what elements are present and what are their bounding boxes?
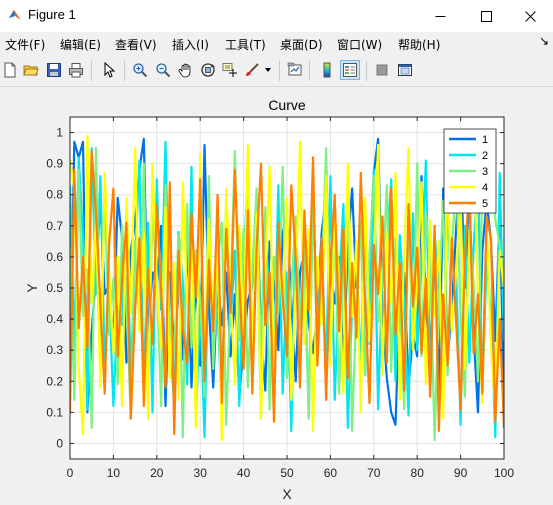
zoom-in-button[interactable] [130, 60, 150, 80]
hand-icon [178, 63, 191, 78]
legend-label: 1 [482, 134, 488, 146]
zoom-out-button[interactable] [153, 60, 173, 80]
y-tick-label: 0 [56, 436, 63, 450]
y-tick-label: 0.5 [46, 281, 63, 295]
maximize-button[interactable] [463, 0, 509, 32]
data-cursor-button[interactable] [220, 60, 240, 80]
hide-tools-icon [376, 64, 388, 76]
brush-button[interactable] [242, 60, 262, 80]
legend-label: 4 [482, 182, 488, 194]
x-tick-label: 40 [237, 466, 251, 480]
chart-title: Curve [268, 97, 306, 113]
menu-tools[interactable]: 工具(T) [225, 36, 266, 53]
new-figure-button[interactable] [0, 60, 20, 80]
new-file-icon [4, 62, 16, 78]
y-tick-label: 0.1 [46, 405, 63, 419]
plot-svg: 0 10 20 30 40 50 60 70 80 90 100 0 0.1 0.2 0.3 0.4 0.5 0.… [24, 97, 514, 502]
x-tick-label: 80 [411, 466, 425, 480]
close-button[interactable] [507, 0, 553, 32]
y-tick-label: 0.2 [46, 374, 63, 388]
y-tick-label: 0.9 [46, 157, 63, 171]
pointer-arrow-icon [104, 62, 116, 78]
matlab-icon [9, 10, 21, 20]
toolbar-separator [366, 61, 367, 81]
x-axis-label: X [282, 486, 292, 502]
link-plot-button[interactable] [285, 60, 305, 80]
print-button[interactable] [66, 60, 86, 80]
data-cursor-icon [222, 63, 237, 77]
toolbar [0, 56, 553, 87]
y-tick-label: 0.7 [46, 219, 63, 233]
title-bar: Figure 1 [0, 0, 553, 32]
window-title: Figure 1 [28, 7, 76, 22]
menu-insert[interactable]: 插入(I) [172, 36, 209, 53]
save-icon [47, 63, 61, 77]
hide-plot-tools-button[interactable] [372, 60, 392, 80]
minimize-button[interactable] [417, 0, 463, 32]
x-tick-label: 50 [280, 466, 294, 480]
edit-plot-button[interactable] [99, 60, 119, 80]
chevron-down-icon [265, 68, 271, 72]
x-tick-label: 10 [107, 466, 121, 480]
brush-icon [246, 63, 259, 76]
menu-bar: 文件(F) 编辑(E) 查看(V) 插入(I) 工具(T) 桌面(D) 窗口(W… [0, 32, 553, 54]
x-tick-label: 90 [454, 466, 468, 480]
y-axis-label: Y [24, 283, 40, 293]
open-file-button[interactable] [21, 60, 41, 80]
legend-label: 3 [482, 166, 488, 178]
x-tick-label: 20 [150, 466, 164, 480]
rotate-icon [201, 63, 215, 77]
open-folder-icon [23, 65, 39, 76]
legend: 1 2 3 4 5 [443, 128, 497, 214]
colorbar-icon [323, 62, 331, 78]
menu-window[interactable]: 窗口(W) [337, 36, 382, 53]
toolbar-separator [91, 61, 92, 81]
x-tick-label: 0 [67, 466, 74, 480]
zoom-out-icon [156, 63, 171, 78]
show-plot-tools-button[interactable] [395, 60, 415, 80]
x-tick-label: 70 [367, 466, 381, 480]
x-tick-label: 100 [494, 466, 514, 480]
brush-dropdown[interactable] [262, 60, 274, 80]
toolbar-separator [124, 61, 125, 81]
menu-desktop[interactable]: 桌面(D) [280, 36, 323, 53]
link-icon [287, 62, 302, 76]
close-icon [524, 10, 536, 22]
x-tick-label: 30 [194, 466, 208, 480]
menu-edit[interactable]: 编辑(E) [60, 36, 101, 53]
x-tick-label: 60 [324, 466, 338, 480]
y-tick-label: 0.4 [46, 312, 63, 326]
figure-canvas: 0 10 20 30 40 50 60 70 80 90 100 0 0.1 0.2 0.3 0.4 0.5 0.… [0, 87, 553, 505]
toolbar-separator [309, 61, 310, 81]
colorbar-button[interactable] [317, 60, 337, 80]
minimize-icon [435, 15, 445, 17]
y-tick-label: 0.8 [46, 188, 63, 202]
rotate-3d-button[interactable] [198, 60, 218, 80]
y-tick-label: 1 [56, 126, 63, 140]
dock-arrow-icon[interactable]: ↘ [539, 34, 549, 48]
legend-label: 2 [482, 150, 488, 162]
print-icon [69, 63, 83, 78]
toolbar-separator [279, 61, 280, 81]
menu-help[interactable]: 帮助(H) [398, 36, 440, 53]
maximize-icon [480, 10, 492, 22]
zoom-in-icon [133, 63, 148, 78]
legend-icon [343, 63, 357, 77]
y-tick-label: 0.3 [46, 343, 63, 357]
legend-label: 5 [482, 198, 488, 210]
show-tools-icon [398, 64, 412, 76]
y-tick-label: 0.6 [46, 250, 63, 264]
menu-view[interactable]: 查看(V) [115, 36, 157, 53]
save-button[interactable] [44, 60, 64, 80]
pan-button[interactable] [176, 60, 196, 80]
legend-button[interactable] [340, 60, 360, 80]
menu-file[interactable]: 文件(F) [5, 36, 45, 53]
